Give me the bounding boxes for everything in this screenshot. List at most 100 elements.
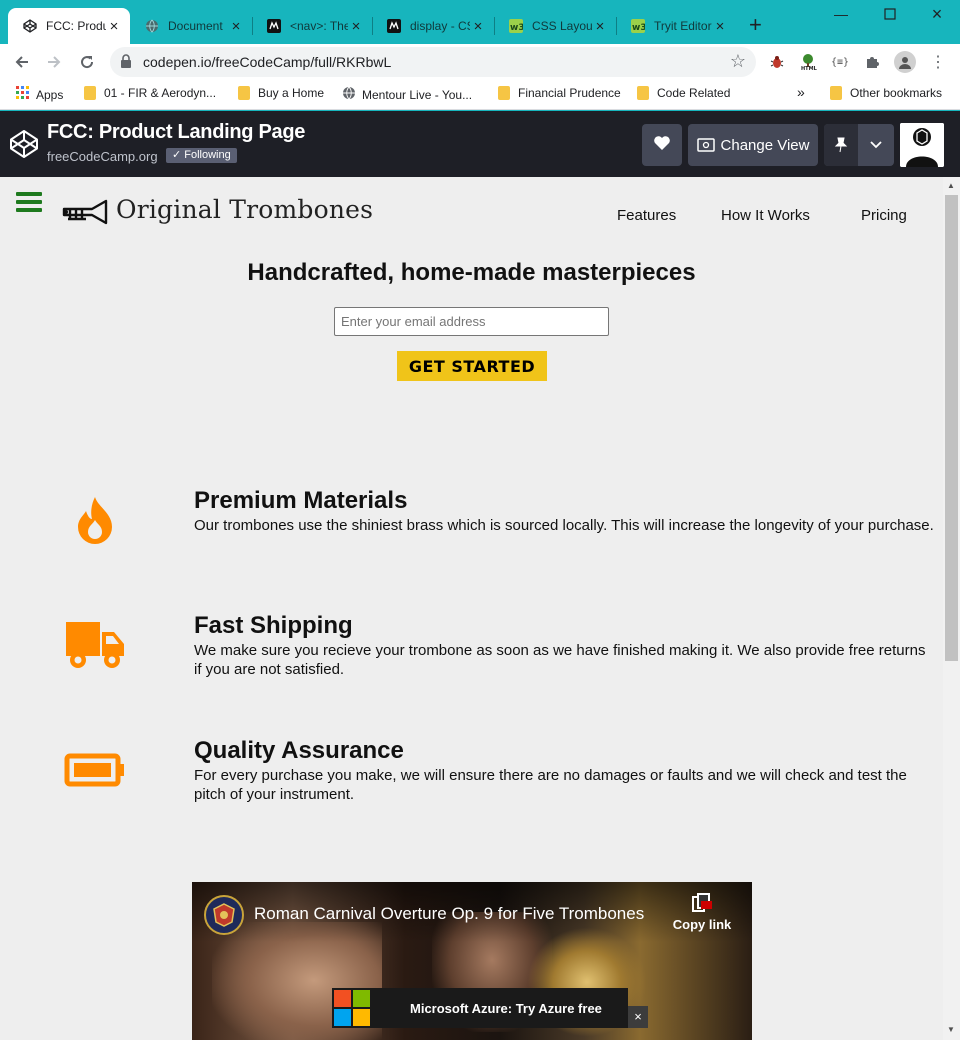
- maximize-icon[interactable]: [875, 4, 905, 23]
- tab-title: Document: [168, 19, 223, 33]
- profile-avatar[interactable]: [894, 51, 916, 73]
- globe-icon: [342, 86, 356, 103]
- email-input[interactable]: [334, 307, 609, 336]
- scroll-down-arrow-icon[interactable]: ▼: [947, 1025, 955, 1034]
- tab-close-icon[interactable]: ×: [348, 18, 364, 35]
- tab-title: FCC: Product Landing Page: [46, 19, 106, 33]
- video-title[interactable]: Roman Carnival Overture Op. 9 for Five T…: [254, 904, 644, 924]
- address-bar[interactable]: codepen.io/freeCodeCamp/full/RKRbwL ☆: [110, 47, 756, 77]
- youtube-video-embed[interactable]: Roman Carnival Overture Op. 9 for Five T…: [192, 882, 752, 1040]
- bookmark-buy-a-home[interactable]: Buy a Home: [238, 86, 324, 100]
- codepen-header: FCC: Product Landing Page freeCodeCamp.o…: [0, 111, 960, 177]
- bookmark-code-related[interactable]: Code Related: [637, 86, 730, 100]
- following-badge[interactable]: ✓ Following: [166, 148, 237, 163]
- mdn-icon: [386, 18, 402, 34]
- reload-icon[interactable]: [75, 50, 99, 74]
- change-view-button[interactable]: Change View: [688, 124, 818, 166]
- battery-icon: [64, 753, 126, 792]
- nav-link-features[interactable]: Features: [617, 207, 676, 224]
- video-ad-banner[interactable]: Microsoft Azure: Try Azure free: [332, 988, 628, 1028]
- back-icon[interactable]: [10, 50, 34, 74]
- bookmark-apps[interactable]: Apps: [16, 86, 63, 103]
- folder-icon: [238, 86, 250, 100]
- puzzle-extensions-icon[interactable]: [862, 52, 882, 72]
- more-menu-icon[interactable]: ⋮: [928, 52, 948, 72]
- scroll-up-arrow-icon[interactable]: ▲: [947, 181, 955, 190]
- folder-icon: [498, 86, 510, 100]
- svg-text:w3: w3: [632, 23, 645, 33]
- bookmark-label: 01 - FIR & Aerodyn...: [104, 86, 217, 100]
- change-view-label: Change View: [720, 136, 810, 154]
- tab-document[interactable]: Document ×: [130, 10, 252, 42]
- url-text: codepen.io/freeCodeCamp/full/RKRbwL: [143, 54, 392, 70]
- bookmark-financial-prudence[interactable]: Financial Prudence: [498, 86, 621, 100]
- page-scrollbar[interactable]: ▲ ▼: [943, 177, 960, 1040]
- fire-icon: [76, 495, 114, 550]
- json-extension-icon[interactable]: {≡}: [830, 52, 850, 72]
- html-tree-extension-icon[interactable]: HTML: [798, 52, 818, 72]
- bug-extension-icon[interactable]: [767, 52, 787, 72]
- bookmarks-bar: Apps 01 - FIR & Aerodyn... Buy a Home Me…: [0, 80, 960, 110]
- heart-icon: [653, 135, 671, 155]
- user-avatar[interactable]: [900, 123, 944, 167]
- globe-icon: [144, 18, 160, 34]
- bookmark-star-icon[interactable]: ☆: [730, 51, 746, 72]
- new-tab-icon[interactable]: +: [749, 14, 762, 36]
- scrollbar-thumb[interactable]: [945, 195, 958, 661]
- codepen-logo-icon[interactable]: [8, 128, 40, 165]
- tab-close-icon[interactable]: ×: [228, 18, 244, 35]
- bookmark-other[interactable]: Other bookmarks: [830, 86, 942, 100]
- feature-description: Our trombones use the shiniest brass whi…: [194, 517, 934, 534]
- ad-close-button[interactable]: ×: [628, 1006, 648, 1028]
- mdn-icon: [266, 18, 282, 34]
- browser-toolbar: codepen.io/freeCodeCamp/full/RKRbwL ☆ HT…: [0, 44, 960, 80]
- codepen-icon: [22, 18, 38, 34]
- pen-preview: Original Trombones Features How It Works…: [0, 177, 943, 1040]
- microsoft-logo-icon: [334, 990, 370, 1026]
- apps-grid-icon: [16, 86, 30, 103]
- copy-link-label: Copy link: [672, 917, 732, 932]
- tab-tryit-editor[interactable]: w3 Tryit Editor ×: [616, 10, 736, 42]
- svg-text:w3: w3: [510, 23, 523, 33]
- tab-close-icon[interactable]: ×: [712, 18, 728, 35]
- lock-icon: [120, 54, 132, 73]
- nav-link-how-it-works[interactable]: How It Works: [721, 207, 810, 224]
- browser-tab-strip: FCC: Product Landing Page × Document × <…: [0, 0, 960, 44]
- bookmark-label: Mentour Live - You...: [362, 87, 473, 102]
- tab-close-icon[interactable]: ×: [592, 18, 608, 35]
- w3schools-icon: w3: [630, 18, 646, 34]
- bookmarks-overflow-icon[interactable]: »: [797, 84, 805, 100]
- pin-button[interactable]: [824, 124, 894, 166]
- tab-close-icon[interactable]: ×: [470, 18, 486, 35]
- hamburger-menu-icon[interactable]: [16, 192, 42, 212]
- chevron-down-icon[interactable]: [858, 141, 894, 149]
- bookmark-fir-aerodyn[interactable]: 01 - FIR & Aerodyn...: [84, 86, 216, 100]
- tab-title: CSS Layout: [532, 19, 592, 33]
- tab-nav-mdn[interactable]: <nav>: The Navigation Section element ×: [252, 10, 372, 42]
- feature-title: Premium Materials: [194, 487, 408, 514]
- brand-name: Original Trombones: [116, 195, 374, 224]
- heart-button[interactable]: [642, 124, 682, 166]
- hero-heading: Handcrafted, home-made masterpieces: [247, 259, 696, 286]
- bookmark-label: Apps: [36, 87, 64, 102]
- tab-display-mdn[interactable]: display - CSS ×: [372, 10, 494, 42]
- folder-icon: [830, 86, 842, 100]
- channel-avatar[interactable]: [204, 895, 244, 935]
- pen-owner-link[interactable]: freeCodeCamp.org: [47, 149, 158, 164]
- copy-link-button[interactable]: Copy link: [672, 892, 732, 932]
- get-started-button[interactable]: GET STARTED: [397, 351, 547, 381]
- bookmark-mentour-live[interactable]: Mentour Live - You...: [342, 86, 472, 103]
- window-close-icon[interactable]: ×: [922, 4, 952, 25]
- forward-icon[interactable]: [42, 50, 66, 74]
- tab-title: <nav>: The Navigation Section element: [290, 19, 348, 33]
- bookmark-label: Code Related: [657, 86, 731, 100]
- tab-title: Tryit Editor: [654, 19, 712, 33]
- tab-css-layout[interactable]: w3 CSS Layout ×: [494, 10, 616, 42]
- folder-icon: [637, 86, 649, 100]
- tab-close-icon[interactable]: ×: [106, 18, 122, 35]
- nav-link-pricing[interactable]: Pricing: [861, 207, 907, 224]
- minimize-icon[interactable]: —: [826, 6, 856, 22]
- feature-description: We make sure you recieve your trombone a…: [194, 642, 926, 678]
- ad-text: Microsoft Azure: Try Azure free: [410, 1000, 602, 1016]
- tab-codepen[interactable]: FCC: Product Landing Page ×: [8, 8, 130, 44]
